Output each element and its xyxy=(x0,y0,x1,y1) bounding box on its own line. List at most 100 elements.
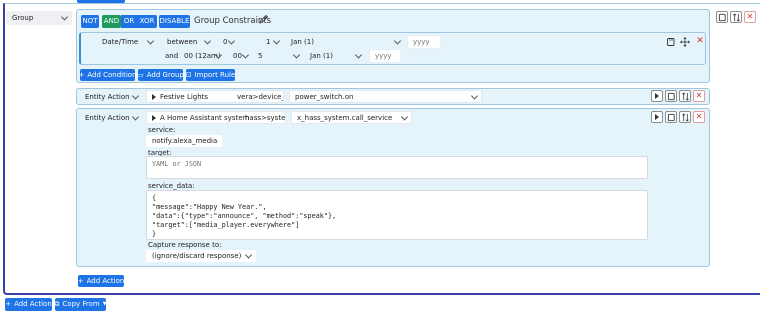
play-icon xyxy=(152,114,156,121)
row2-time-select[interactable]: 00 (12am) xyxy=(178,50,226,62)
import-icon: ⊡ xyxy=(185,70,192,79)
row1-b-select[interactable]: 1 xyxy=(260,36,284,48)
and-button[interactable]: AND xyxy=(102,15,121,28)
plus-icon: + xyxy=(5,300,12,308)
entity-action-2-action-value: x_hass_system.call_service xyxy=(297,113,393,122)
add-group-label: Add Group xyxy=(146,70,184,79)
plus-icon: + xyxy=(77,276,84,285)
close-icon[interactable]: ✕ xyxy=(693,90,705,102)
caret-down-icon xyxy=(244,251,253,259)
entity-action-1-device: vera>device_58 xyxy=(237,92,283,101)
close-icon[interactable]: ✕ xyxy=(693,111,705,123)
close-icon[interactable]: ✕ xyxy=(744,11,756,23)
play-icon[interactable] xyxy=(651,90,663,102)
add-action-outer-button[interactable]: + Add Action xyxy=(5,298,52,311)
play-icon xyxy=(152,93,156,100)
caret-down-icon xyxy=(272,37,281,45)
or-button-label: OR xyxy=(123,17,135,25)
condition-type-value: Date/Time xyxy=(102,38,139,46)
caret-down-icon: ▼ xyxy=(102,301,107,307)
add-action-inner-label: Add Action xyxy=(86,276,125,285)
sort-icon[interactable] xyxy=(679,111,691,123)
disable-button[interactable]: DISABLE xyxy=(159,15,190,28)
copy-from-label: Copy From xyxy=(62,300,100,308)
play-icon[interactable] xyxy=(651,111,663,123)
capture-label: Capture response to: xyxy=(148,241,222,249)
caret-down-icon xyxy=(354,51,363,59)
service-data-label: service_data: xyxy=(148,182,195,190)
caret-down-icon xyxy=(400,112,409,121)
capture-select[interactable]: (ignore/discard response) xyxy=(146,250,256,262)
or-button[interactable]: OR xyxy=(121,15,137,28)
xor-button[interactable]: XOR xyxy=(137,15,157,28)
entity-action-1-action-select[interactable]: power_switch.on xyxy=(289,90,482,103)
add-condition-button[interactable]: + Add Condition xyxy=(78,69,137,81)
service-data-textarea[interactable] xyxy=(146,190,648,240)
move-icon[interactable] xyxy=(679,36,691,48)
condition-type-select[interactable]: Date/Time xyxy=(96,36,158,48)
caret-down-icon xyxy=(203,37,212,45)
group-type-select-value: Group xyxy=(12,14,34,22)
entity-action-2-type-select[interactable]: Entity Action xyxy=(79,111,143,124)
entity-action-2-entity-name: A Home Assistant system xyxy=(160,113,250,122)
entity-action-2-device: hass>system xyxy=(245,113,286,122)
caret-down-icon xyxy=(146,37,155,45)
and-button-label: AND xyxy=(103,17,120,25)
row2-day-value: 5 xyxy=(258,52,263,60)
add-action-outer-label: Add Action xyxy=(14,300,52,308)
operator-select[interactable]: between xyxy=(161,36,215,48)
entity-action-1-type-select[interactable]: Entity Action xyxy=(79,90,143,103)
copy-icon[interactable] xyxy=(665,90,677,102)
add-group-button[interactable]: ▭ Add Group xyxy=(137,69,184,81)
xor-button-label: XOR xyxy=(139,17,155,25)
caret-down-icon xyxy=(60,13,69,21)
sort-icon[interactable] xyxy=(679,90,691,102)
caret-down-icon xyxy=(131,91,140,100)
target-textarea[interactable] xyxy=(146,156,648,179)
copy-from-button[interactable]: ⧉ Copy From ▼ xyxy=(54,298,107,311)
import-rule-button[interactable]: ⊡ Import Rule xyxy=(186,69,235,81)
close-icon[interactable]: ✕ xyxy=(695,36,705,46)
entity-action-1-type-value: Entity Action xyxy=(85,92,130,101)
row2-month-value: Jan (1) xyxy=(310,52,333,60)
disable-button-label: DISABLE xyxy=(159,17,190,25)
row1-a-select[interactable]: 0 xyxy=(217,36,239,48)
copy-icon[interactable] xyxy=(665,36,677,48)
entity-action-2-type-value: Entity Action xyxy=(85,113,130,122)
operator-value: between xyxy=(167,38,198,46)
pencil-icon[interactable] xyxy=(258,14,269,25)
caret-down-icon xyxy=(241,51,250,59)
and-label: and xyxy=(165,52,179,60)
plus-icon: + xyxy=(78,70,85,79)
row2-year-input[interactable] xyxy=(369,49,401,63)
caret-down-icon xyxy=(470,91,479,100)
row2-month-select[interactable]: Jan (1) xyxy=(304,50,366,62)
service-input[interactable]: notify.alexa_media xyxy=(146,135,222,147)
service-input-value: notify.alexa_media xyxy=(152,137,218,145)
caret-down-icon xyxy=(393,37,402,45)
caret-down-icon xyxy=(292,51,301,59)
capture-select-value: (ignore/discard response) xyxy=(152,252,242,260)
folder-icon: ▭ xyxy=(137,70,144,79)
row1-a-value: 0 xyxy=(223,38,228,46)
import-rule-label: Import Rule xyxy=(194,70,236,79)
entity-action-2-entity-picker[interactable]: A Home Assistant system hass>system xyxy=(146,111,286,124)
sort-icon[interactable] xyxy=(730,11,742,23)
entity-action-1-entity-name: Festive Lights xyxy=(160,92,209,101)
caret-down-icon xyxy=(227,37,236,45)
row1-month-select[interactable]: Jan (1) xyxy=(285,36,405,48)
not-button-label: NOT xyxy=(82,17,98,25)
entity-action-2-action-select[interactable]: x_hass_system.call_service xyxy=(291,111,412,124)
copy-icon[interactable] xyxy=(716,11,728,23)
row2-min-value: 00 xyxy=(233,52,242,60)
row2-day-select[interactable]: 5 xyxy=(252,50,304,62)
entity-action-1-entity-picker[interactable]: Festive Lights vera>device_58 xyxy=(146,90,284,103)
copy-icon: ⧉ xyxy=(54,300,60,308)
copy-icon[interactable] xyxy=(665,111,677,123)
row1-month-value: Jan (1) xyxy=(291,38,314,46)
group-type-select[interactable]: Group xyxy=(6,11,72,25)
not-button[interactable]: NOT xyxy=(81,15,99,28)
add-action-inner-button[interactable]: + Add Action xyxy=(78,275,124,287)
row2-min-select[interactable]: 00 xyxy=(227,50,253,62)
row1-year-input[interactable] xyxy=(407,35,441,49)
